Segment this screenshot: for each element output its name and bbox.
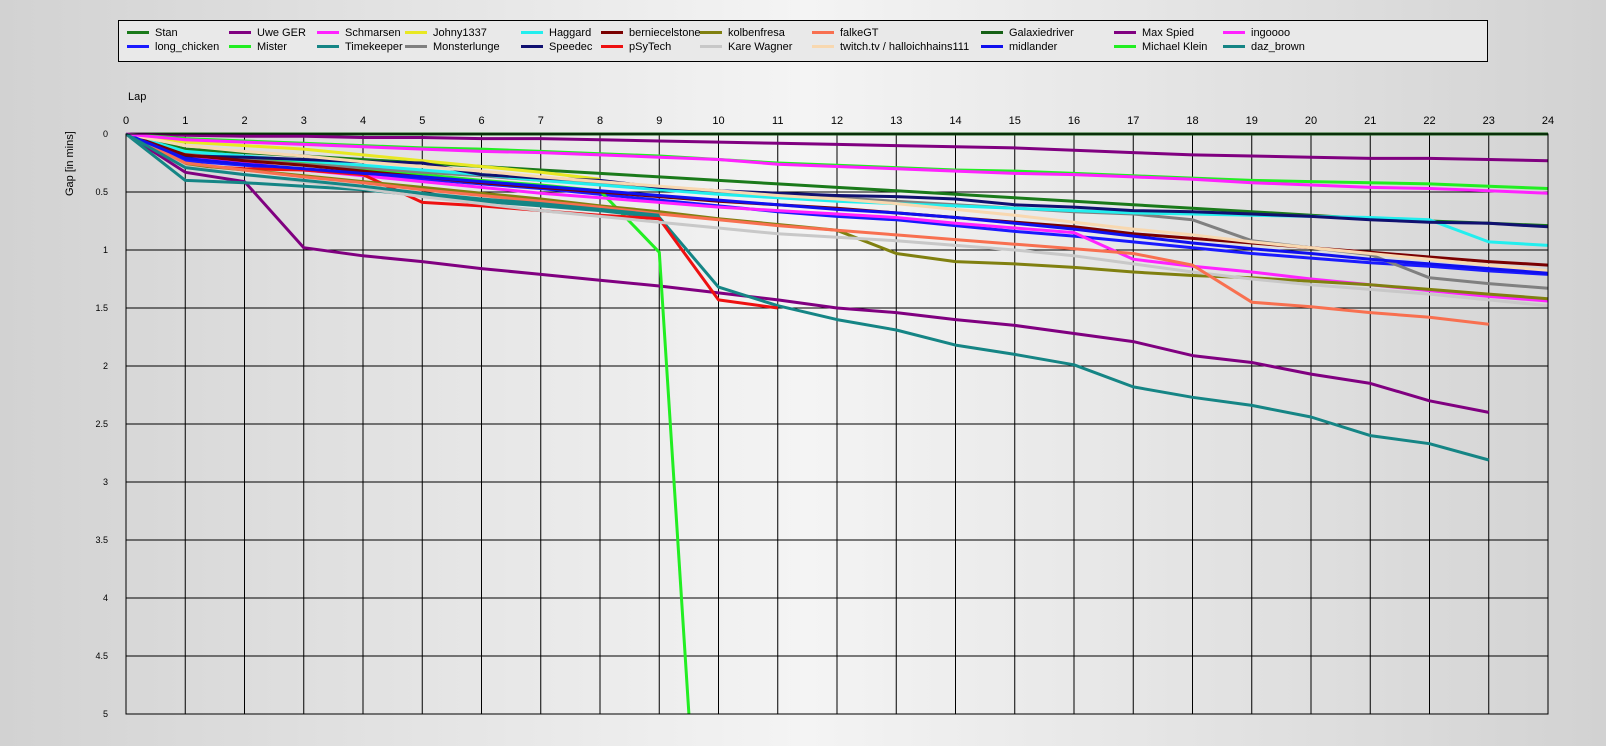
x-tick-label: 16 [1068,115,1080,127]
line-chart: Lap Gap [in mins] 0 1 2 3 4 5 6 7 8 9 10 11 12 13 14 15… [64,91,1554,719]
x-tick-label: 2 [241,115,247,127]
y-tick-label: 4.5 [95,651,108,661]
y-tick-label: 2 [103,361,108,371]
x-tick-label: 1 [182,115,188,127]
series-line-uwe-ger [126,132,1490,414]
x-tick-label: 19 [1246,115,1258,127]
x-tick-label: 23 [1483,115,1495,127]
x-tick-label: 6 [478,115,484,127]
x-tick-label: 0 [123,115,129,127]
x-tick-label: 24 [1542,115,1554,127]
y-tick-label: 1 [103,245,108,255]
y-tick-label: 4 [103,593,108,603]
x-tick-label: 15 [1009,115,1021,127]
x-tick-label: 12 [831,115,843,127]
y-tick-label: 5 [103,709,108,719]
x-tick-label: 7 [538,115,544,127]
y-tick-label: 3.5 [95,535,108,545]
x-tick-label: 18 [1186,115,1198,127]
x-tick-label: 22 [1423,115,1435,127]
axis-ticks: 0 1 2 3 4 5 6 7 8 9 10 11 12 13 14 15 16 17 18 19 20 21 22 23 24… [95,115,1554,719]
y-tick-label: 0 [103,129,108,139]
x-tick-label: 5 [419,115,425,127]
x-tick-label: 20 [1305,115,1317,127]
x-tick-label: 9 [656,115,662,127]
y-tick-label: 1.5 [95,303,108,313]
y-tick-label: 3 [103,477,108,487]
x-tick-label: 11 [772,115,783,127]
x-tick-label: 3 [301,115,307,127]
x-tick-label: 10 [712,115,724,127]
x-tick-label: 21 [1364,115,1376,127]
x-tick-label: 17 [1127,115,1139,127]
y-tick-label: 2.5 [95,419,108,429]
x-axis-label: Lap [128,91,146,103]
x-tick-label: 8 [597,115,603,127]
x-tick-label: 4 [360,115,366,127]
y-tick-label: 0.5 [95,187,108,197]
x-tick-label: 13 [890,115,902,127]
x-tick-label: 14 [949,115,961,127]
y-axis-label: Gap [in mins] [64,131,76,196]
